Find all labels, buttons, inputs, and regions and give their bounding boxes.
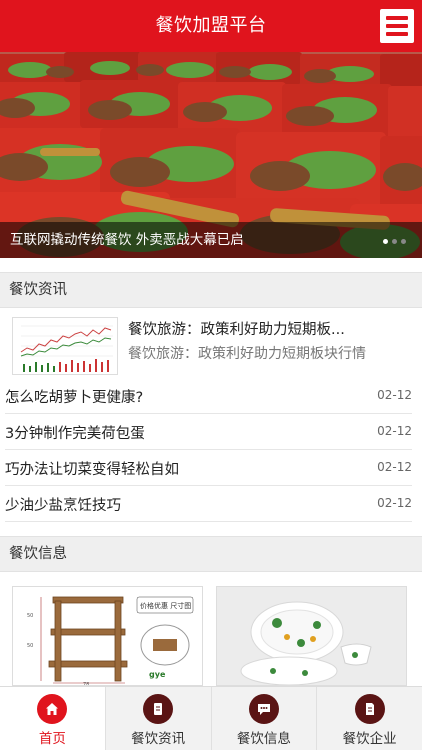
carousel-dot[interactable] (401, 239, 406, 244)
featured-news-summary: 餐饮旅游：政策利好助力短期板块行情 (128, 346, 366, 362)
news-date: 02-12 (377, 496, 412, 510)
carousel-dot[interactable] (392, 239, 397, 244)
news-list-item[interactable]: 少油少盐烹饪技巧 02-12 (5, 486, 412, 522)
page-title: 餐饮加盟平台 (155, 15, 267, 36)
info-card-tableware[interactable] (216, 586, 407, 686)
news-title[interactable]: 3分钟制作完美荷包蛋 (5, 422, 145, 443)
chat-bubble-icon (248, 694, 279, 724)
banner-carousel[interactable]: 互联网撬动传统餐饮 外卖恶战大幕已启 (0, 52, 422, 258)
tab-home[interactable]: 首页 (0, 687, 106, 750)
news-list-item[interactable]: 3分钟制作完美荷包蛋 02-12 (5, 414, 412, 450)
section-header-news: 餐饮资讯 (0, 272, 422, 308)
info-card-shelf[interactable]: 50 50 78 价格优惠 尺寸图 gye (12, 586, 203, 686)
tab-label: 餐饮企业 (342, 731, 397, 747)
news-date: 02-12 (377, 388, 412, 402)
news-list-item[interactable]: 怎么吃胡萝卜更健康? 02-12 (5, 378, 412, 414)
tab-news[interactable]: 餐饮资讯 (106, 687, 212, 750)
tab-label: 餐饮信息 (236, 731, 291, 747)
news-title[interactable]: 巧办法让切菜变得轻松自如 (5, 458, 179, 479)
tab-info[interactable]: 餐饮信息 (212, 687, 318, 750)
news-title[interactable]: 怎么吃胡萝卜更健康? (5, 386, 143, 407)
tab-label: 首页 (38, 731, 66, 747)
carousel-dot-active[interactable] (383, 239, 388, 244)
document-icon (143, 694, 174, 724)
brand-logo: gye (149, 670, 166, 679)
news-list: 怎么吃胡萝卜更健康? 02-12 3分钟制作完美荷包蛋 02-12 巧办法让切菜… (0, 378, 422, 522)
hamburger-menu-icon[interactable] (380, 9, 414, 43)
news-title[interactable]: 少油少盐烹饪技巧 (5, 494, 121, 515)
svg-text:50: 50 (27, 613, 33, 619)
banner-caption: 互联网撬动传统餐饮 外卖恶战大幕已启 (0, 222, 422, 258)
info-cards: 50 50 78 价格优惠 尺寸图 gye (0, 586, 422, 686)
carousel-indicator (383, 239, 406, 244)
featured-news-title[interactable]: 餐饮旅游：政策利好助力短期板... (128, 318, 345, 339)
featured-news-item[interactable]: 餐饮旅游：政策利好助力短期板... 餐饮旅游：政策利好助力短期板块行情 (0, 311, 422, 381)
svg-text:50: 50 (27, 643, 33, 649)
bottom-tab-bar: 首页 餐饮资讯 餐饮信息 餐饮企业 (0, 686, 422, 750)
news-date: 02-12 (377, 424, 412, 438)
home-icon (37, 694, 68, 724)
section-header-info: 餐饮信息 (0, 536, 422, 572)
app-header: 餐饮加盟平台 (0, 0, 422, 52)
tableware-product-image (217, 587, 406, 685)
file-icon (354, 694, 385, 724)
featured-news-thumbnail (12, 317, 118, 375)
news-date: 02-12 (377, 460, 412, 474)
tab-label: 餐饮资讯 (131, 731, 186, 747)
shelf-badge-text: 价格优惠 尺寸图 (140, 601, 191, 610)
news-list-item[interactable]: 巧办法让切菜变得轻松自如 02-12 (5, 450, 412, 486)
shelf-product-image: 505078 价格优惠 尺寸图 gye (13, 587, 202, 685)
tab-companies[interactable]: 餐饮企业 (317, 687, 422, 750)
